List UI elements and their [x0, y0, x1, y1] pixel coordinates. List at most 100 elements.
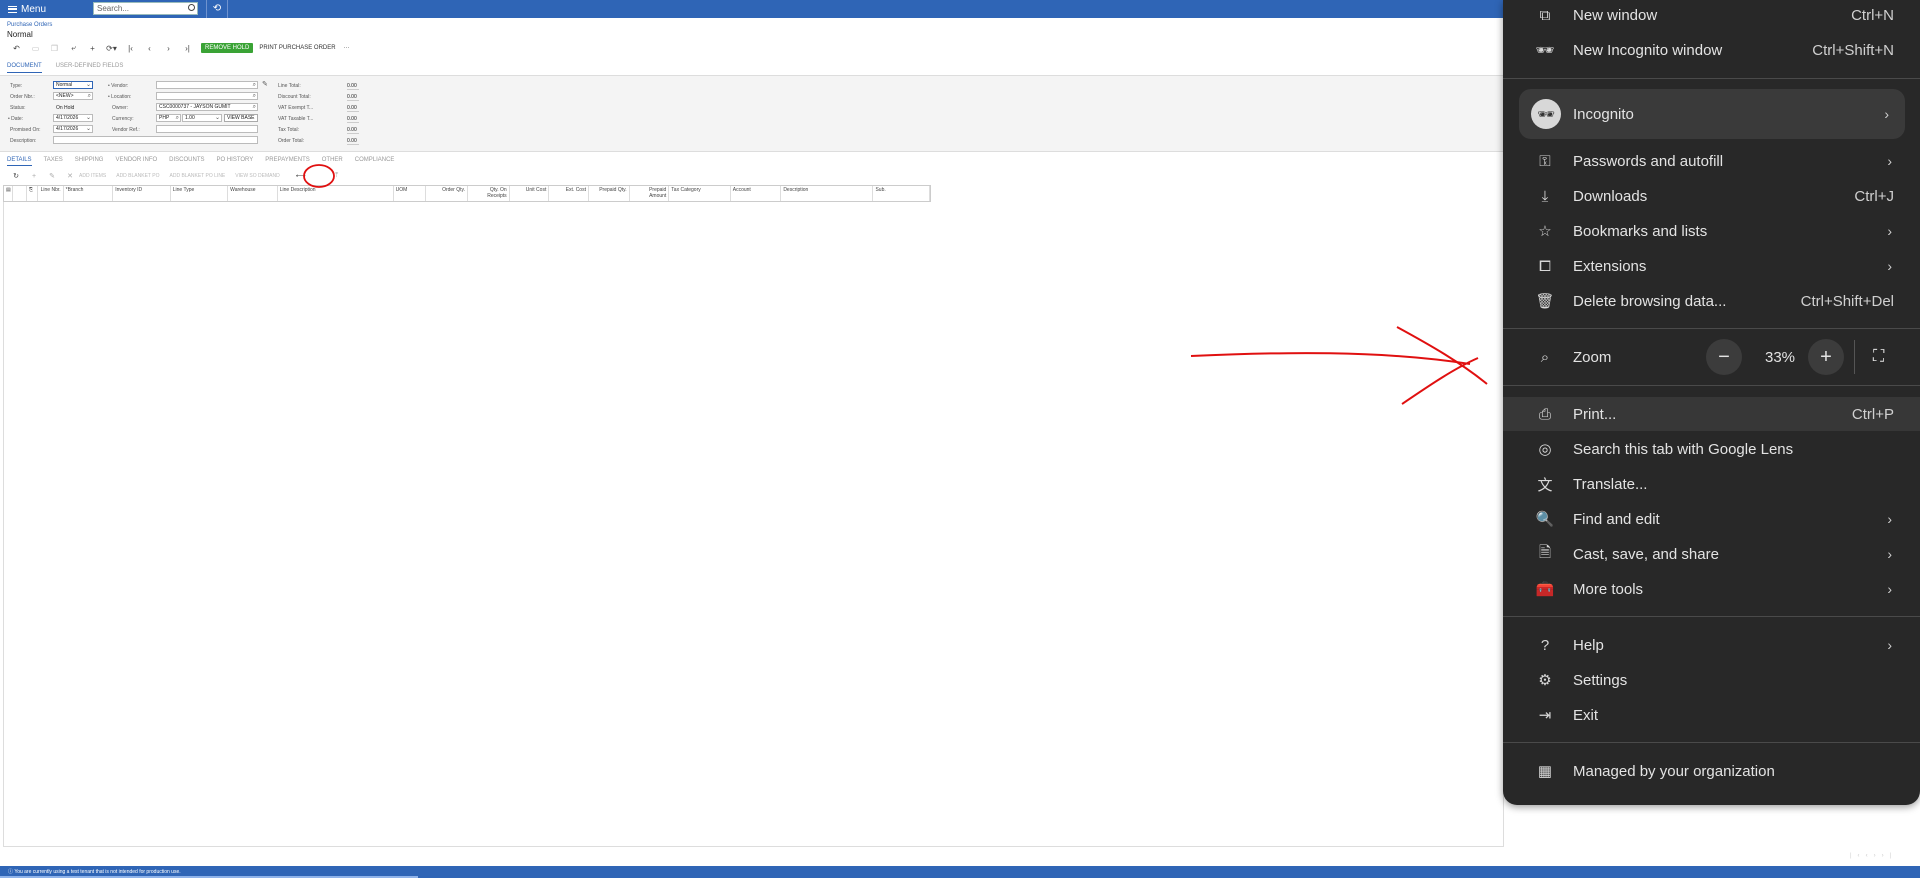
prev-page-icon[interactable]: ‹: [1866, 853, 1874, 859]
tab-discounts[interactable]: DISCOUNTS: [169, 157, 204, 166]
owner-field[interactable]: CSC0000737 - JAYSON GUMIT ⌕: [156, 103, 258, 111]
menu-item-passwords[interactable]: ⚿ Passwords and autofill ›: [1503, 144, 1920, 178]
edit-row-icon[interactable]: ✎: [43, 172, 61, 180]
location-field[interactable]: ⌕: [156, 92, 258, 100]
prev-record-icon[interactable]: ‹: [140, 44, 159, 53]
tab-details[interactable]: DETAILS: [7, 157, 32, 166]
grid-column-header[interactable]: Line Type: [171, 186, 229, 201]
grid-column-header[interactable]: Inventory ID: [113, 186, 171, 201]
menu-item-managed[interactable]: ▦ Managed by your organization: [1503, 754, 1920, 788]
currency-field[interactable]: PHP ⌕: [156, 114, 181, 122]
search-input[interactable]: Search...: [93, 2, 198, 15]
zoom-out-button[interactable]: −: [1706, 339, 1742, 375]
promised-on-field[interactable]: 4/17/2026 ⌄: [53, 125, 93, 133]
tab-other[interactable]: OTHER: [322, 157, 343, 166]
view-so-demand-button[interactable]: VIEW SO DEMAND: [235, 173, 279, 179]
menu-item-delete-data[interactable]: 🗑 Delete browsing data... Ctrl+Shift+Del: [1503, 284, 1920, 318]
history-icon[interactable]: ⟲: [206, 0, 228, 18]
date-field[interactable]: 4/17/2026 ⌄: [53, 114, 93, 122]
search-icon[interactable]: ⌕: [253, 93, 256, 100]
grid-column-header[interactable]: Qty. On Receipts: [468, 186, 510, 201]
menu-item-exit[interactable]: ⇥ Exit: [1503, 698, 1920, 732]
search-icon[interactable]: ⌕: [253, 104, 256, 111]
tab-vendor-info[interactable]: VENDOR INFO: [115, 157, 157, 166]
tab-user-defined-fields[interactable]: USER-DEFINED FIELDS: [56, 63, 124, 73]
grid-column-header[interactable]: Sub.: [873, 186, 930, 201]
next-record-icon[interactable]: ›: [159, 44, 178, 53]
fit-columns-icon[interactable]: ⟷: [292, 172, 310, 180]
add-blanket-po-line-button[interactable]: ADD BLANKET PO LINE: [170, 173, 226, 179]
menu-item-new-window[interactable]: ⧉ New window Ctrl+N: [1503, 0, 1920, 32]
add-blanket-po-button[interactable]: ADD BLANKET PO: [116, 173, 159, 179]
menu-item-help[interactable]: ? Help ›: [1503, 628, 1920, 662]
grid-column-header[interactable]: Tax Category: [669, 186, 731, 201]
menu-item-new-incognito[interactable]: 🕶 New Incognito window Ctrl+Shift+N: [1503, 33, 1920, 67]
menu-item-google-lens[interactable]: ◎ Search this tab with Google Lens: [1503, 432, 1920, 466]
save-close-icon[interactable]: ⤶: [64, 43, 83, 53]
search-icon[interactable]: ⌕: [176, 115, 179, 122]
export-icon[interactable]: ⤒: [328, 172, 346, 180]
copy-icon[interactable]: ❐: [45, 44, 64, 53]
fullscreen-icon[interactable]: ⛶: [1873, 348, 1884, 366]
search-icon[interactable]: [188, 4, 195, 11]
tab-po-history[interactable]: PO HISTORY: [217, 157, 254, 166]
currency-rate-field[interactable]: 1.00 ⌄: [182, 114, 222, 122]
grid-column-header[interactable]: Line Nbr.: [38, 186, 64, 201]
menu-item-cast-save-share[interactable]: 🗎 Cast, save, and share ›: [1503, 537, 1920, 571]
print-po-button[interactable]: PRINT PURCHASE ORDER: [259, 45, 335, 51]
grid-column-header[interactable]: Unit Cost: [510, 186, 550, 201]
vendor-field[interactable]: ⌕: [156, 81, 258, 89]
edit-icon[interactable]: ✎: [262, 80, 268, 88]
remove-hold-button[interactable]: REMOVE HOLD: [201, 43, 254, 53]
breadcrumb[interactable]: Purchase Orders: [7, 22, 52, 28]
next-page-icon[interactable]: ›: [1874, 853, 1882, 859]
grid-column-header[interactable]: UOM: [394, 186, 427, 201]
menu-item-settings[interactable]: ⚙ Settings: [1503, 663, 1920, 697]
add-items-button[interactable]: ADD ITEMS: [79, 173, 106, 179]
search-icon[interactable]: ⌕: [253, 82, 256, 89]
grid-column-header[interactable]: Prepaid Qty.: [589, 186, 630, 201]
save-icon[interactable]: ▭: [26, 44, 45, 53]
menu-item-more-tools[interactable]: 🧰 More tools ›: [1503, 572, 1920, 606]
note-icon[interactable]: ⎘: [27, 186, 38, 201]
last-record-icon[interactable]: ›|: [178, 44, 197, 53]
grid-column-header[interactable]: Prepaid Amount: [630, 186, 670, 201]
grid-column-header[interactable]: Order Qty.: [426, 186, 469, 201]
grid-column-header[interactable]: *Branch: [64, 186, 114, 201]
view-base-button[interactable]: VIEW BASE: [224, 114, 258, 122]
add-row-icon[interactable]: +: [25, 173, 43, 180]
first-page-icon[interactable]: |‹: [1850, 853, 1866, 859]
tab-taxes[interactable]: TAXES: [44, 157, 63, 166]
zoom-in-button[interactable]: +: [1808, 339, 1844, 375]
menu-item-extensions[interactable]: ⧠ Extensions ›: [1503, 249, 1920, 283]
vendor-ref-field[interactable]: [156, 125, 258, 133]
profile-incognito[interactable]: 🕶 Incognito ›: [1519, 89, 1905, 139]
delete-row-icon[interactable]: ✕: [61, 172, 79, 180]
grid-column-header[interactable]: Warehouse: [228, 186, 278, 201]
search-icon[interactable]: ⌕: [88, 93, 91, 100]
row-selector-icon[interactable]: ▤: [4, 186, 13, 201]
undo-icon[interactable]: ↶: [7, 44, 26, 53]
menu-item-downloads[interactable]: ⤓ Downloads Ctrl+J: [1503, 179, 1920, 213]
attach-icon[interactable]: [13, 186, 27, 201]
actions-dropdown-icon[interactable]: ⟳▾: [102, 44, 121, 53]
menu-item-find-edit[interactable]: 🔍 Find and edit ›: [1503, 502, 1920, 536]
refresh-icon[interactable]: ↻: [7, 172, 25, 180]
menu-item-bookmarks[interactable]: ☆ Bookmarks and lists ›: [1503, 214, 1920, 248]
add-record-icon[interactable]: +: [83, 44, 102, 53]
tab-prepayments[interactable]: PREPAYMENTS: [265, 157, 309, 166]
tab-compliance[interactable]: COMPLIANCE: [355, 157, 395, 166]
grid-column-header[interactable]: Line Description: [278, 186, 394, 201]
tab-document[interactable]: DOCUMENT: [7, 63, 42, 73]
grid-column-header[interactable]: Ext. Cost: [549, 186, 589, 201]
tab-shipping[interactable]: SHIPPING: [75, 157, 104, 166]
grid-column-header[interactable]: Description: [781, 186, 874, 201]
last-page-icon[interactable]: ›|: [1882, 853, 1898, 859]
menu-button[interactable]: Menu: [0, 0, 88, 18]
menu-item-translate[interactable]: 文 Translate...: [1503, 467, 1920, 501]
order-nbr-field[interactable]: <NEW> ⌕: [53, 92, 93, 100]
type-select[interactable]: Normal ⌄: [53, 81, 93, 89]
grid-column-header[interactable]: Account: [731, 186, 782, 201]
description-field[interactable]: [53, 136, 258, 144]
menu-item-print[interactable]: ⎙ Print... Ctrl+P: [1503, 397, 1920, 431]
